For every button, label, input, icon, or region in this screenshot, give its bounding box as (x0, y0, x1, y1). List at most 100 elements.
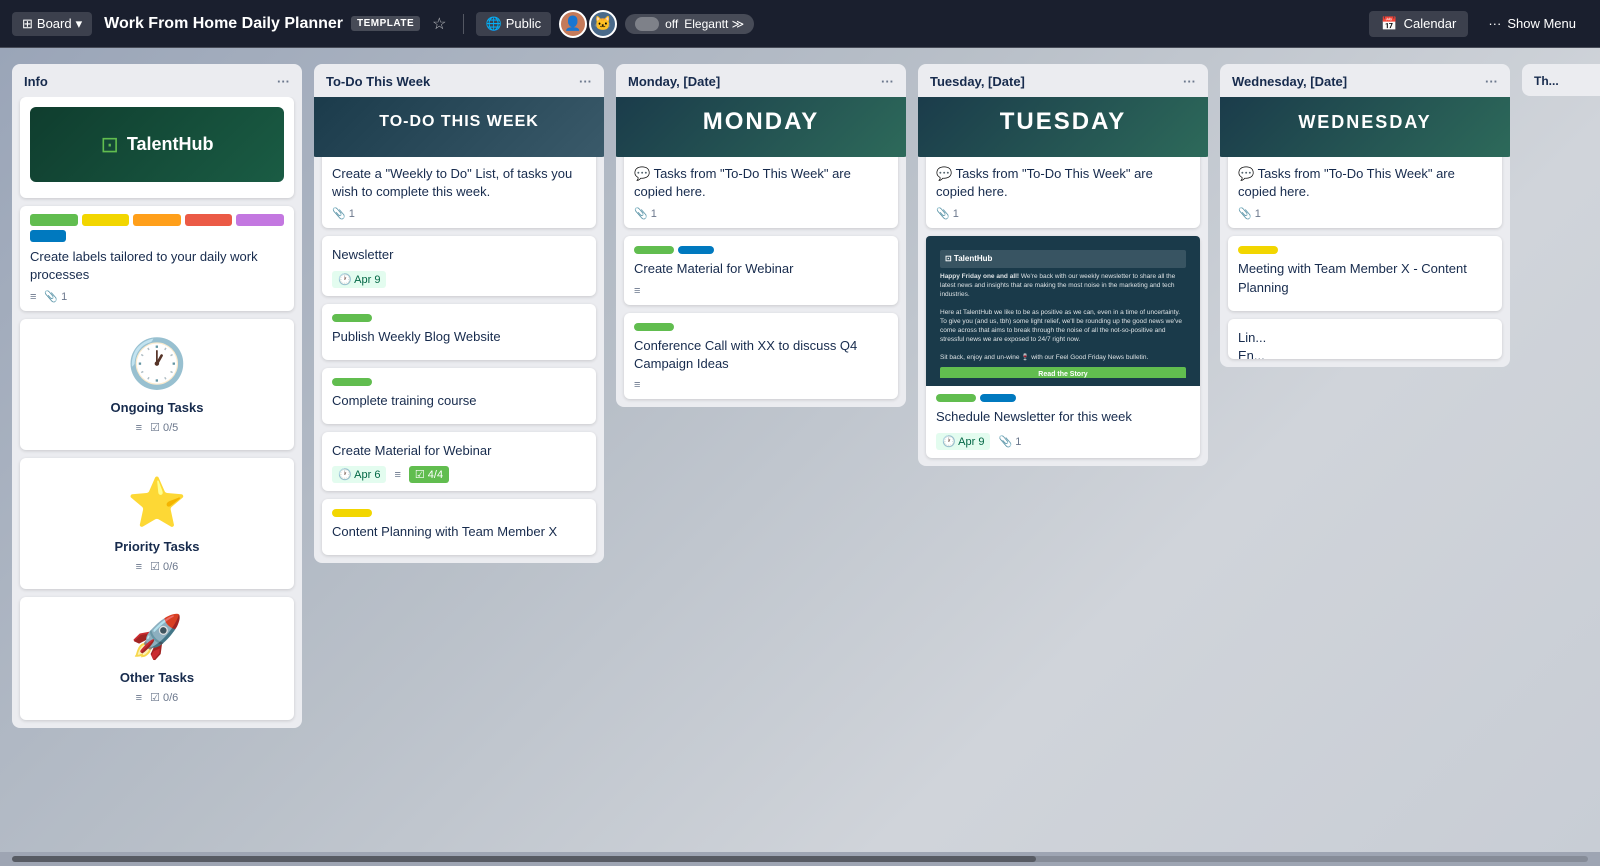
elegantt-toggle[interactable]: off Elegantt ≫ (625, 14, 754, 34)
newsletter-due: 🕐 Apr 9 (332, 271, 386, 288)
toggle-off-label: off (665, 17, 678, 31)
training-labels (332, 378, 586, 386)
monday-attach: 📎 1 (634, 207, 657, 220)
talenthub-text: TalentHub (127, 134, 214, 155)
globe-icon: 🌐 (486, 16, 502, 32)
toggle-knob (635, 17, 659, 31)
list-item[interactable]: Lin...En... (1228, 319, 1502, 359)
list-item[interactable]: MONDAY 💬 Tasks from "To-Do This Week" ar… (624, 97, 898, 228)
toggle-brand-label: Elegantt ≫ (684, 17, 744, 31)
todo-attach: 📎 1 (332, 207, 355, 220)
other-tasks-title: Other Tasks (120, 670, 194, 685)
ellipsis-icon: ··· (1488, 16, 1501, 31)
wednesday-banner-desc: 💬 Tasks from "To-Do This Week" are copie… (1238, 165, 1492, 201)
column-thursday-title: Th... (1534, 74, 1559, 88)
column-tuesday-cards: TUESDAY 💬 Tasks from "To-Do This Week" a… (918, 97, 1208, 466)
column-thursday-header: Th... (1522, 64, 1600, 96)
visibility-button[interactable]: 🌐 Public (476, 12, 552, 36)
label-green (332, 378, 372, 386)
list-item[interactable]: Publish Weekly Blog Website (322, 304, 596, 360)
list-item[interactable]: Conference Call with XX to discuss Q4 Ca… (624, 313, 898, 399)
ongoing-tasks-title: Ongoing Tasks (111, 400, 204, 415)
column-info-menu[interactable]: ··· (277, 74, 290, 89)
list-item[interactable]: ⊡ TalentHub Happy Friday one and all! We… (926, 236, 1200, 457)
column-monday: Monday, [Date] ··· MONDAY 💬 Tasks from "… (616, 64, 906, 407)
list-item[interactable]: WEDNESDAY 💬 Tasks from "To-Do This Week"… (1228, 97, 1502, 228)
scrollbar-thumb[interactable] (12, 856, 1036, 862)
content-title: Content Planning with Team Member X (332, 523, 586, 541)
board-area: Info ··· ⊡ TalentHub (0, 48, 1600, 852)
webinar2-labels (634, 246, 888, 254)
list-item[interactable]: TUESDAY 💬 Tasks from "To-Do This Week" a… (926, 97, 1200, 228)
column-wednesday-cards: WEDNESDAY 💬 Tasks from "To-Do This Week"… (1220, 97, 1510, 367)
content-labels (332, 509, 586, 517)
board-scrollbar[interactable] (0, 852, 1600, 866)
member-avatars: 👤 🐱 (559, 10, 617, 38)
list-item[interactable]: 🕐 Ongoing Tasks ≡ ☑ 0/5 (20, 319, 294, 450)
column-wednesday-menu[interactable]: ··· (1485, 74, 1498, 89)
calendar-button[interactable]: 📅 Calendar (1369, 11, 1468, 37)
template-badge: TEMPLATE (351, 16, 420, 31)
list-item[interactable]: ⭐ Priority Tasks ≡ ☑ 0/6 (20, 458, 294, 589)
conf-title: Conference Call with XX to discuss Q4 Ca… (634, 337, 888, 373)
monday-banner-footer: 📎 1 (634, 207, 888, 220)
webinar2-title: Create Material for Webinar (634, 260, 888, 278)
priority-checklist: ☑ 0/6 (150, 560, 178, 573)
show-menu-button[interactable]: ··· Show Menu (1476, 11, 1588, 36)
conf-labels (634, 323, 888, 331)
visibility-label: Public (506, 16, 541, 31)
board-view-button[interactable]: ⊞ Board ▾ (12, 12, 92, 36)
newsletter-schedule-title: Schedule Newsletter for this week (936, 408, 1190, 426)
list-item[interactable]: TO-DO THIS WEEK Create a "Weekly to Do" … (322, 97, 596, 228)
column-todo-menu[interactable]: ··· (579, 74, 592, 89)
list-item[interactable]: Meeting with Team Member X - Content Pla… (1228, 236, 1502, 310)
newsletter-schedule-labels (936, 394, 1190, 402)
label-green (634, 323, 674, 331)
meeting-labels (1238, 246, 1492, 254)
label-yellow (82, 214, 130, 226)
column-wednesday-header: Wednesday, [Date] ··· (1220, 64, 1510, 97)
label-red (185, 214, 233, 226)
blog-labels (332, 314, 586, 322)
webinar2-footer: ≡ (634, 285, 888, 297)
list-item[interactable]: 🚀 Other Tasks ≡ ☑ 0/6 (20, 597, 294, 720)
other-checklist: ☑ 0/6 (150, 691, 178, 704)
other-desc-icon: ≡ (136, 692, 142, 704)
newsletter-footer: 🕐 Apr 9 (332, 271, 586, 288)
list-item[interactable]: Create Material for Webinar 🕐 Apr 6 ≡ ☑ … (322, 432, 596, 491)
label-blue (980, 394, 1016, 402)
calendar-icon: 📅 (1381, 16, 1397, 32)
list-item[interactable]: Complete training course (322, 368, 596, 424)
ongoing-checklist: ☑ 0/5 (150, 421, 178, 434)
list-item[interactable]: Create labels tailored to your daily wor… (20, 206, 294, 311)
list-item[interactable]: ⊡ TalentHub (20, 97, 294, 198)
newsletter-schedule-attach: 📎 1 (998, 435, 1021, 448)
meeting-title: Meeting with Team Member X - Content Pla… (1238, 260, 1492, 296)
star-board-button[interactable]: ☆ (428, 10, 450, 38)
list-item[interactable]: Create Material for Webinar ≡ (624, 236, 898, 304)
column-tuesday-menu[interactable]: ··· (1183, 74, 1196, 89)
wednesday-banner-text: WEDNESDAY (1298, 112, 1431, 133)
attach-meta: 📎 1 (44, 290, 67, 303)
clock-icon: 🕐 (127, 335, 187, 392)
priority-tasks-footer: ≡ ☑ 0/6 (136, 560, 179, 573)
list-item[interactable]: Content Planning with Team Member X (322, 499, 596, 555)
column-info-cards: ⊡ TalentHub Create labels tailored to yo… (12, 97, 302, 728)
label-yellow (1238, 246, 1278, 254)
todo-banner-text: TO-DO THIS WEEK (379, 113, 539, 131)
column-wednesday: Wednesday, [Date] ··· WEDNESDAY 💬 Tasks … (1220, 64, 1510, 367)
column-monday-menu[interactable]: ··· (881, 74, 894, 89)
todo-banner-footer: 📎 1 (332, 207, 586, 220)
desc-meta: ≡ (30, 291, 36, 303)
conf-footer: ≡ (634, 379, 888, 391)
tuesday-attach: 📎 1 (936, 207, 959, 220)
avatar-1[interactable]: 👤 (559, 10, 587, 38)
show-menu-label: Show Menu (1507, 16, 1576, 31)
list-item[interactable]: Newsletter 🕐 Apr 9 (322, 236, 596, 295)
label-orange (133, 214, 181, 226)
newsletter-schedule-footer: 🕐 Apr 9 📎 1 (936, 433, 1190, 450)
labels-card-text: Create labels tailored to your daily wor… (30, 248, 284, 284)
label-blue (30, 230, 66, 242)
avatar-2[interactable]: 🐱 (589, 10, 617, 38)
app-header: ⊞ Board ▾ Work From Home Daily Planner T… (0, 0, 1600, 48)
